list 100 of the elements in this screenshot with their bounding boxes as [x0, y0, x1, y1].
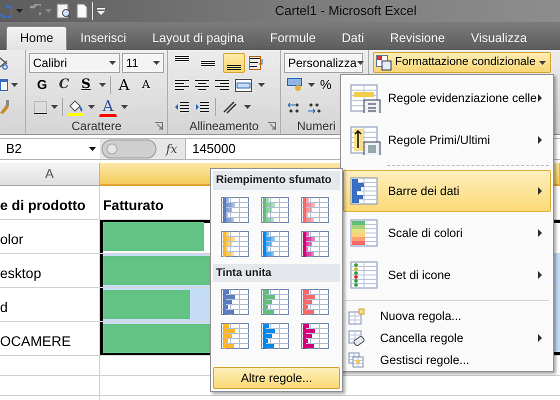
data-bar-style-button[interactable] [300, 230, 330, 258]
top-bottom-rules-icon [350, 126, 380, 154]
align-lines-icon [175, 56, 189, 61]
manage-rules-icon [348, 352, 364, 368]
data-bar-style-button[interactable] [220, 288, 250, 316]
align-left-icon[interactable] [175, 78, 189, 92]
data-bar-style-button[interactable] [220, 196, 250, 224]
menu-item[interactable]: Scale di colori [343, 212, 551, 254]
new-rule-icon [348, 308, 364, 324]
group-label: Allineamento [189, 118, 259, 134]
column-header[interactable]: A [0, 163, 100, 186]
bottom-align-button[interactable] [223, 53, 245, 73]
group-label: Numeri [297, 118, 336, 134]
increase-decimal-icon[interactable] [287, 100, 301, 114]
caret-icon[interactable] [88, 105, 95, 109]
ribbon-tab[interactable]: Visualizza [458, 26, 540, 50]
decrease-indent-icon[interactable] [175, 100, 189, 114]
data-bar-style-button[interactable] [260, 322, 290, 350]
table-cell-text: olor [0, 230, 24, 249]
align-right-icon[interactable] [215, 78, 229, 92]
align-lines-icon [201, 60, 215, 66]
data-bar-style-button[interactable] [300, 322, 330, 350]
menu-item[interactable]: Nuova regola... [343, 305, 551, 327]
menu-item[interactable]: Barre dei dati [343, 170, 551, 212]
caret-icon[interactable] [244, 105, 251, 109]
table-icon [376, 54, 392, 70]
font-size-dropdown[interactable]: 11 [122, 53, 164, 73]
table-cell-text: esktop [0, 264, 42, 283]
increase-indent-icon[interactable] [195, 100, 209, 114]
caret-icon[interactable] [89, 147, 96, 151]
currency-icon[interactable] [287, 78, 303, 92]
number-format-dropdown[interactable]: Personalizza [284, 53, 363, 73]
font-name-dropdown[interactable]: Calibri [29, 53, 120, 73]
grow-font-button[interactable]: A [115, 75, 133, 95]
table-cell-text: OCAMERE [0, 332, 71, 351]
underline-button[interactable]: S [77, 75, 95, 95]
dialog-launcher-icon[interactable] [155, 122, 163, 130]
format-painter-icon[interactable] [0, 100, 9, 114]
conditional-formatting-button[interactable]: Formattazione condizionale [373, 52, 551, 73]
print-preview-icon[interactable] [56, 3, 72, 19]
caret-icon[interactable] [356, 61, 364, 65]
data-bar-style-button[interactable] [220, 230, 250, 258]
caret-icon[interactable] [11, 83, 18, 87]
caret-icon[interactable] [99, 83, 106, 87]
section-heading: Riempimento sfumato [213, 171, 340, 190]
table-cell-text: Fatturato [103, 196, 164, 215]
fill-color-icon[interactable] [67, 98, 84, 116]
name-box[interactable]: B2 [0, 139, 100, 159]
align-lines-icon [227, 65, 241, 70]
data-bar-style-button[interactable] [260, 230, 290, 258]
percent-button[interactable]: % [320, 75, 332, 95]
data-bars-icon [350, 176, 380, 206]
ribbon-tab[interactable]: Revisione [377, 26, 458, 50]
section-heading: Tinta unita [213, 264, 340, 282]
caret-icon[interactable] [121, 105, 128, 109]
table-cell-text: e di prodotto [0, 196, 86, 215]
highlight-cells-icon [350, 84, 380, 112]
data-bar-style-button[interactable] [260, 288, 290, 316]
italic-button[interactable]: C [55, 75, 73, 95]
align-center-icon[interactable] [195, 78, 209, 92]
caret-icon[interactable] [258, 83, 265, 87]
menu-item[interactable]: Regole Primi/Ultimi [343, 119, 551, 161]
caret-icon[interactable] [308, 83, 315, 87]
ribbon-tab[interactable]: Dati [328, 26, 378, 50]
scissors-icon[interactable] [0, 56, 8, 70]
window-title: Cartel1 - Microsoft Excel [275, 2, 417, 20]
caret-icon[interactable] [109, 61, 116, 65]
insert-function-button[interactable]: fx [166, 140, 178, 158]
data-bar-style-button[interactable] [260, 196, 290, 224]
data-bar-style-button[interactable] [220, 322, 250, 350]
paste-icon[interactable] [0, 78, 9, 92]
ribbon-tab[interactable]: Formule [256, 26, 329, 50]
font-color-button[interactable]: A [99, 98, 117, 116]
data-bar-style-button[interactable] [300, 288, 330, 316]
data-bar-style-button[interactable] [300, 196, 330, 224]
more-rules-button[interactable]: Altre regole... [213, 367, 340, 389]
dialog-launcher-icon[interactable] [268, 122, 276, 130]
menu-item[interactable]: Gestisci regole... [343, 349, 551, 371]
caret-icon[interactable] [51, 105, 58, 109]
merge-cells-icon[interactable] [235, 78, 252, 92]
menu-item[interactable]: Set di icone [343, 254, 551, 296]
menu-item[interactable]: Cancella regole [343, 327, 551, 349]
menu-item[interactable]: Regole evidenziazione celle [343, 77, 551, 119]
ribbon-tab[interactable]: Home [6, 26, 68, 50]
bold-button[interactable]: G [33, 75, 51, 95]
text-orientation-icon[interactable] [222, 100, 238, 114]
caret-icon[interactable] [538, 60, 546, 64]
new-document-icon[interactable] [76, 3, 88, 19]
customize-icon[interactable] [97, 8, 105, 14]
borders-icon[interactable] [34, 100, 47, 114]
ribbon-tab[interactable]: Inserisci [67, 26, 140, 50]
caret-icon[interactable] [153, 61, 160, 65]
decrease-decimal-icon[interactable] [307, 100, 321, 114]
group-label: Carattere [71, 118, 122, 134]
clear-rules-icon [348, 330, 364, 346]
ribbon-tab[interactable]: Layout di pagina [139, 26, 257, 50]
table-cell-text: d [0, 298, 8, 317]
shrink-font-button[interactable]: A [137, 75, 155, 95]
color-scales-icon [350, 218, 380, 248]
icon-sets-icon [350, 260, 380, 290]
